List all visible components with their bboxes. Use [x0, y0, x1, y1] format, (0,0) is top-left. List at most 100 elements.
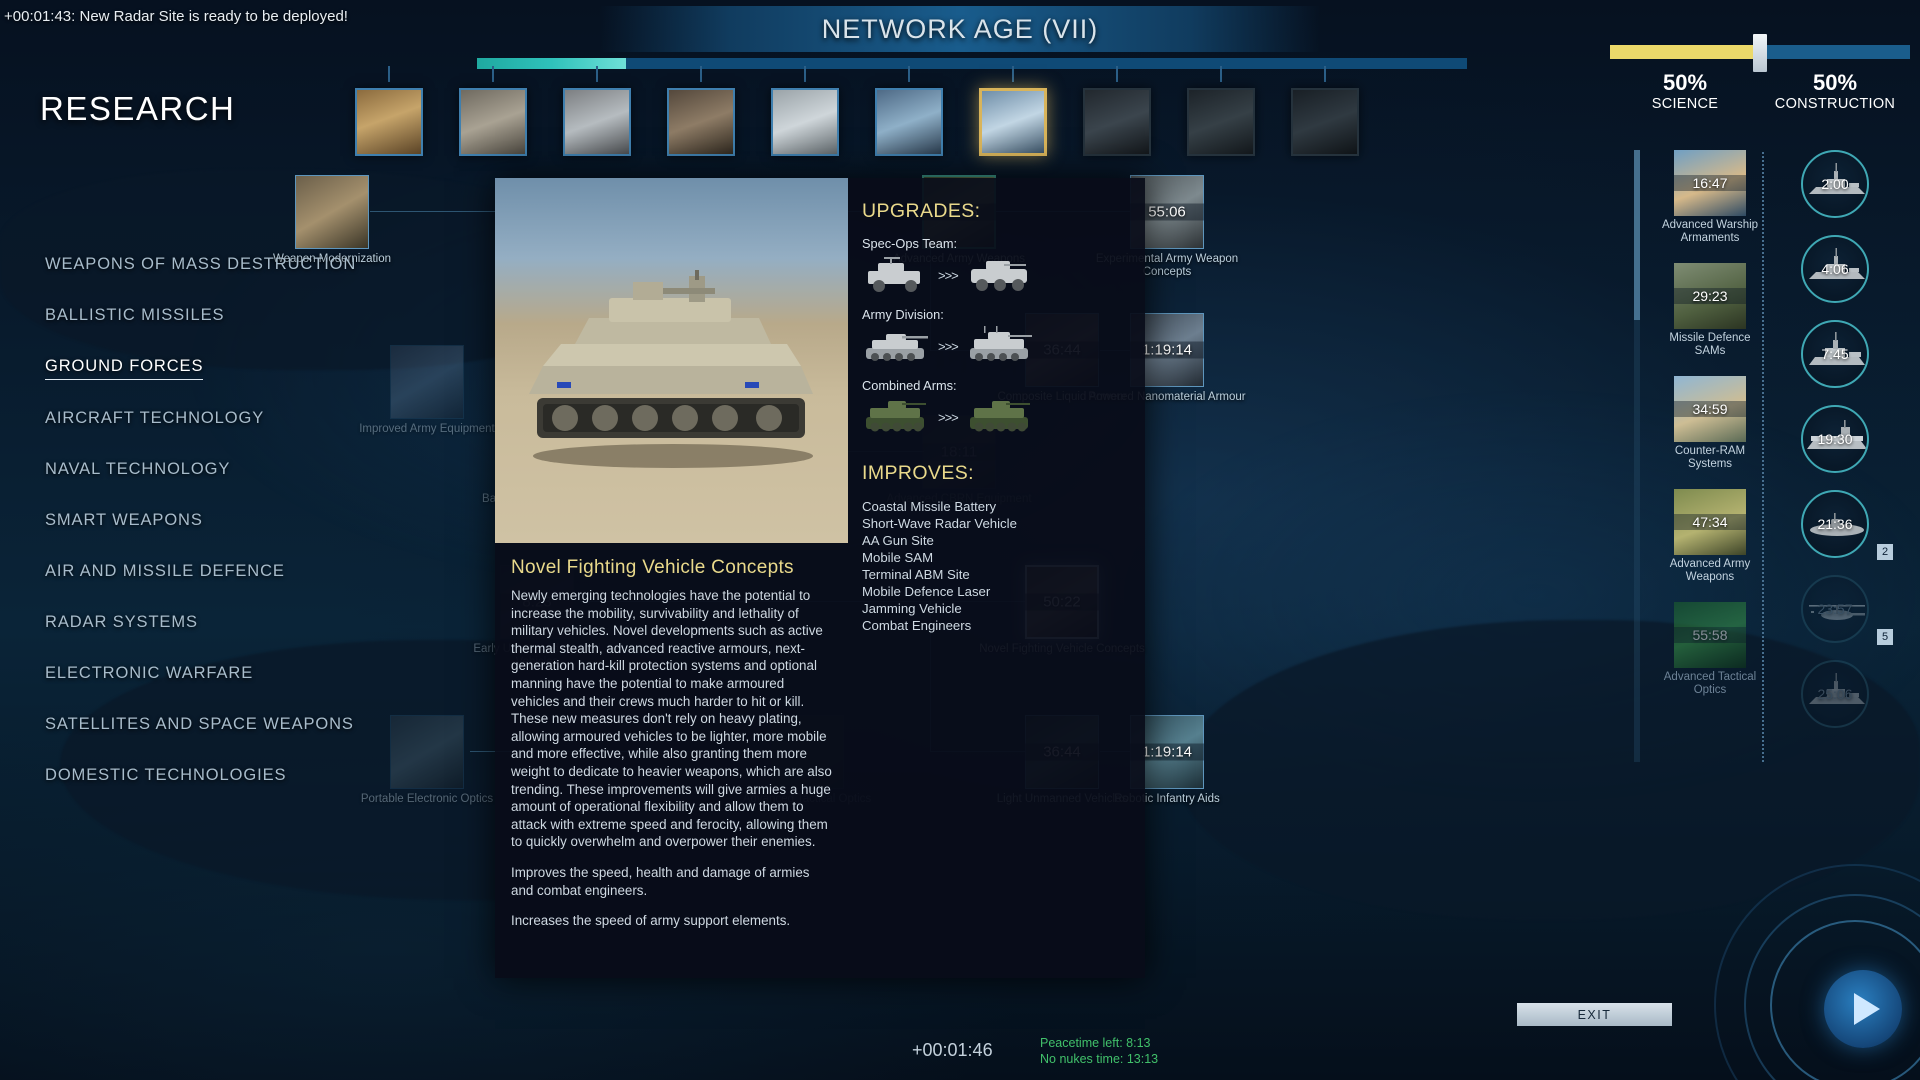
- tech-node-improved-army-equipment[interactable]: Improved Army Equipment: [359, 345, 495, 435]
- science-queue-label: Advanced Army Weapons: [1669, 558, 1751, 583]
- science-queue-item-3[interactable]: 34:59 Counter-RAM Systems: [1655, 376, 1765, 471]
- age-item-6[interactable]: [875, 66, 943, 156]
- age-item-5[interactable]: [771, 66, 839, 156]
- age-tick: [1012, 66, 1014, 82]
- tech-detail-panel[interactable]: Novel Fighting Vehicle Concepts Newly em…: [495, 178, 1145, 978]
- age-6-laptop-icon: [875, 88, 943, 156]
- upgrade-icons: >>>: [862, 325, 1135, 367]
- tech-node-portable-electronic-optics[interactable]: Portable Electronic Optics: [361, 715, 493, 805]
- age-tick: [908, 66, 910, 82]
- construction-queue-item-6[interactable]: 23:57 5: [1801, 575, 1893, 645]
- alloc-labels: 50% SCIENCE 50% CONSTRUCTION: [1610, 70, 1910, 112]
- category-item-domestic-technologies[interactable]: DOMESTIC TECHNOLOGIES: [45, 766, 286, 788]
- upgrade-icons: >>>: [862, 396, 1135, 438]
- category-item-aircraft-technology[interactable]: AIRCRAFT TECHNOLOGY: [45, 409, 264, 431]
- age-tick: [388, 66, 390, 82]
- age-strip[interactable]: [355, 66, 1359, 156]
- science-queue-timer: 16:47: [1674, 175, 1746, 191]
- science-queue-item-4[interactable]: 47:34 Advanced Army Weapons: [1655, 489, 1765, 584]
- construction-label: CONSTRUCTION: [1774, 96, 1896, 112]
- upgrade-label: Spec-Ops Team:: [862, 236, 958, 251]
- age-item-10[interactable]: [1291, 66, 1359, 156]
- construction-queue-item-7[interactable]: 25:06: [1801, 660, 1893, 728]
- alloc-science-fill: [1610, 45, 1760, 59]
- construction-queue-timer: 19:30: [1817, 431, 1853, 447]
- category-item-electronic-warfare[interactable]: ELECTRONIC WARFARE: [45, 664, 253, 686]
- age-2-mainframe-icon: [459, 88, 527, 156]
- science-label: SCIENCE: [1651, 96, 1719, 112]
- improves-item: Terminal ABM Site: [862, 567, 970, 582]
- tech-node-weapon-modernization[interactable]: Weapon Modernization: [273, 175, 391, 265]
- game-timers: Peacetime left: 8:13 No nukes time: 13:1…: [1040, 1035, 1158, 1067]
- hud-control-wheel[interactable]: »: [1560, 800, 1920, 1080]
- upgrade-arrow-icon: >>>: [938, 267, 959, 283]
- category-item-smart-weapons[interactable]: SMART WEAPONS: [45, 511, 203, 533]
- alert-ticker: +00:01:43: New Radar Site is ready to be…: [4, 8, 348, 25]
- age-item-3[interactable]: [563, 66, 631, 156]
- science-queue-timer: 47:34: [1674, 514, 1746, 530]
- category-item-naval-technology[interactable]: NAVAL TECHNOLOGY: [45, 460, 230, 482]
- age-item-7[interactable]: [979, 66, 1047, 156]
- category-item-ground-forces[interactable]: GROUND FORCES: [45, 357, 204, 380]
- science-queue-label: Counter-RAM Systems: [1674, 445, 1746, 470]
- queue-panel[interactable]: 16:47 Advanced Warship Armaments 29:23 Miss…: [1645, 150, 1920, 760]
- age-tick: [1220, 66, 1222, 82]
- science-queue-thumbnail: 16:47: [1674, 150, 1746, 216]
- construction-queue-timer: 4:06: [1821, 261, 1849, 277]
- tech-image: [495, 178, 848, 543]
- improves-list: Coastal Missile Battery Short-Wave Radar …: [862, 498, 1135, 634]
- detail-right-column: UPGRADES: Spec-Ops Team: >>> Army Division…: [848, 178, 1145, 978]
- science-queue-label: Missile Defence SAMs: [1669, 332, 1751, 357]
- age-item-1[interactable]: [355, 66, 423, 156]
- construction-queue-circle: 7:45: [1801, 320, 1869, 388]
- construction-queue-circle: 25:06: [1801, 660, 1869, 728]
- tech-node-thumbnail: [390, 715, 464, 789]
- tech-description: Newly emerging technologies have the pot…: [495, 587, 848, 953]
- age-tick: [804, 66, 806, 82]
- construction-queue-item-3[interactable]: 7:45: [1801, 320, 1893, 388]
- age-tick: [1324, 66, 1326, 82]
- play-icon: [1853, 993, 1880, 1025]
- science-queue-item-2[interactable]: 29:23 Missile Defence SAMs: [1655, 263, 1765, 358]
- play-button[interactable]: [1824, 970, 1902, 1048]
- science-queue[interactable]: 16:47 Advanced Warship Armaments 29:23 Miss…: [1655, 150, 1765, 715]
- category-list[interactable]: WEAPONS OF MASS DESTRUCTION BALLISTIC MIS…: [45, 255, 356, 817]
- tech-node-thumbnail: [295, 175, 369, 249]
- science-queue-thumbnail: 55:58: [1674, 602, 1746, 668]
- construction-queue-item-1[interactable]: 2:00: [1801, 150, 1893, 218]
- age-item-2[interactable]: [459, 66, 527, 156]
- age-8-tablet-icon: [1083, 88, 1151, 156]
- armoured-car-icon: [970, 261, 1027, 291]
- upgrade-row-1: Spec-Ops Team: >>>: [862, 236, 1135, 296]
- category-item-radar-systems[interactable]: RADAR SYSTEMS: [45, 613, 198, 635]
- construction-queue-item-2[interactable]: 4:06: [1801, 235, 1893, 303]
- science-queue-item-1[interactable]: 16:47 Advanced Warship Armaments: [1655, 150, 1765, 245]
- age-3-computer-icon: [563, 88, 631, 156]
- tree-scrollbar[interactable]: [1634, 150, 1640, 762]
- construction-queue-circle: 19:30: [1801, 405, 1869, 473]
- science-queue-label: Advanced Warship Armaments: [1661, 219, 1759, 244]
- construction-queue-item-4[interactable]: 19:30: [1801, 405, 1893, 473]
- tree-scrollbar-thumb[interactable]: [1634, 150, 1640, 320]
- exit-button[interactable]: EXIT: [1517, 1003, 1672, 1026]
- science-percent: 50%: [1662, 70, 1708, 95]
- construction-queue-item-5[interactable]: 21:36 2: [1801, 490, 1893, 560]
- tech-node-thumbnail: [390, 345, 464, 419]
- category-item-ballistic-missiles[interactable]: BALLISTIC MISSILES: [45, 306, 224, 328]
- science-queue-thumbnail: 34:59: [1674, 376, 1746, 442]
- improves-item: Combat Engineers: [862, 618, 972, 633]
- improves-item: Mobile Defence Laser: [862, 584, 991, 599]
- category-item-satellites-and-space-weapons[interactable]: SATELLITES AND SPACE WEAPONS: [45, 715, 354, 737]
- science-queue-item-5[interactable]: 55:58 Advanced Tactical Optics: [1655, 602, 1765, 697]
- peacetime-timer: Peacetime left: 8:13: [1040, 1036, 1151, 1050]
- no-nukes-timer: No nukes time: 13:13: [1040, 1052, 1159, 1066]
- science-queue-label: Advanced Tactical Optics: [1663, 671, 1757, 696]
- age-item-9[interactable]: [1187, 66, 1255, 156]
- construction-queue[interactable]: 2:00 4:06 7:45 19:30 21:36 2 23:57 5 25:06: [1795, 150, 1905, 745]
- alloc-knob[interactable]: [1753, 34, 1767, 72]
- main-battle-tank-illustration: [529, 270, 813, 468]
- age-item-4[interactable]: [667, 66, 735, 156]
- category-item-air-and-missile-defence[interactable]: AIR AND MISSILE DEFENCE: [45, 562, 285, 584]
- age-item-8[interactable]: [1083, 66, 1151, 156]
- category-item-weapons-of-mass-destruction[interactable]: WEAPONS OF MASS DESTRUCTION: [45, 255, 356, 277]
